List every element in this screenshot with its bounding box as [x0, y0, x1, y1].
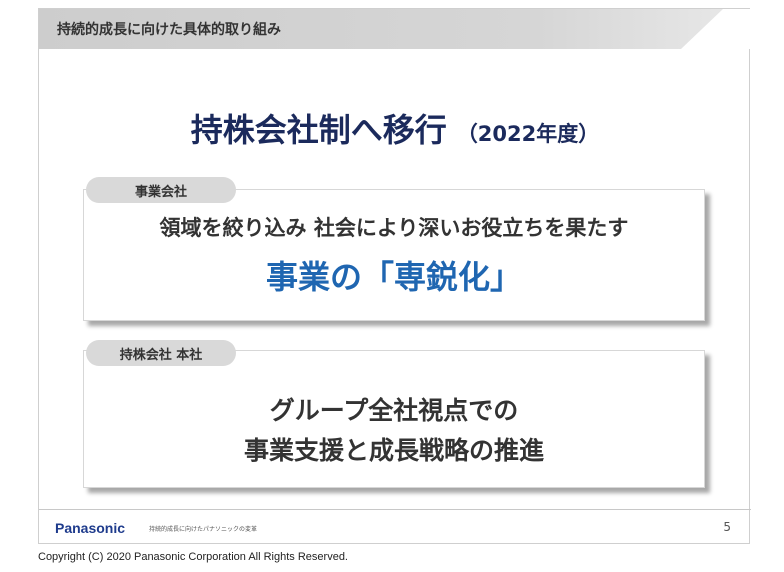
- holding-company-line1: グループ全社視点での: [269, 396, 519, 425]
- operating-company-box: 領域を絞り込み 社会により深いお役立ちを果たす 事業の「専鋭化」: [83, 189, 705, 321]
- main-title-year: （2022年度）: [456, 122, 600, 146]
- slide-header: 持続的成長に向けた具体的取り組み: [39, 9, 751, 49]
- operating-company-tab: 事業会社: [86, 177, 236, 203]
- header-title: 持続的成長に向けた具体的取り組み: [57, 22, 281, 38]
- footer-divider: [39, 509, 751, 510]
- operating-company-line2: 事業の「専鋭化」: [265, 258, 522, 296]
- slide: 持続的成長に向けた具体的取り組み 持株会社制へ移行 （2022年度） 領域を絞り込…: [38, 8, 751, 544]
- main-title: 持株会社制へ移行 （2022年度）: [39, 105, 751, 151]
- main-title-text: 持株会社制へ移行: [190, 111, 447, 149]
- holding-company-line2: 事業支援と成長戦略の推進: [243, 436, 544, 465]
- holding-company-tab: 持株会社 本社: [86, 340, 236, 366]
- operating-company-line1: 領域を絞り込み 社会により深いお役立ちを果たす: [159, 216, 629, 240]
- copyright-notice: Copyright (C) 2020 Panasonic Corporation…: [38, 551, 348, 563]
- panasonic-logo: Panasonic: [55, 520, 126, 536]
- holding-company-box: グループ全社視点での 事業支援と成長戦略の推進: [83, 350, 705, 488]
- page-number: 5: [723, 520, 731, 534]
- footer-subtitle: 持続的成長に向けたパナソニックの変革: [149, 526, 258, 533]
